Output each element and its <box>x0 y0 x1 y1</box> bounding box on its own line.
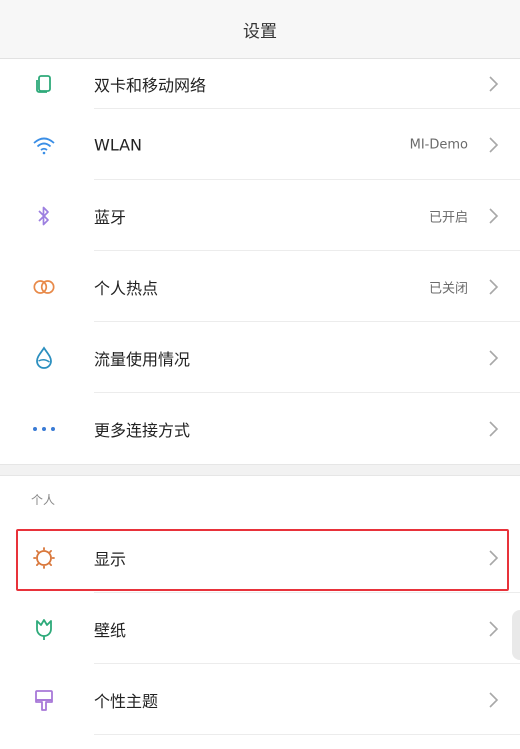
sidebar-item-data-usage[interactable]: 流量使用情况 <box>0 322 520 393</box>
wallpaper-label: 壁纸 <box>94 620 127 640</box>
chevron-right-icon <box>489 349 499 366</box>
sidebar-item-bluetooth[interactable]: 蓝牙 已开启 <box>0 180 520 251</box>
bluetooth-label: 蓝牙 <box>94 207 127 227</box>
chevron-right-icon <box>489 549 499 566</box>
theme-brush-icon <box>32 688 56 712</box>
bluetooth-icon <box>32 204 56 228</box>
sidebar-item-wlan[interactable]: WLAN MI-Demo <box>0 109 520 180</box>
wlan-network-value: MI-Demo <box>409 137 468 152</box>
sidebar-item-theme[interactable]: 个性主题 <box>0 664 520 735</box>
sidebar-item-display[interactable]: 显示 <box>0 522 520 593</box>
sidebar-item-hotspot[interactable]: 个人热点 已关闭 <box>0 251 520 322</box>
sidebar-item-wallpaper[interactable]: 壁纸 <box>0 593 520 664</box>
hotspot-status-value: 已关闭 <box>428 281 468 296</box>
page-title: 设置 <box>243 21 277 42</box>
wifi-icon <box>32 133 56 157</box>
chevron-right-icon <box>489 76 499 92</box>
wallpaper-tulip-icon <box>32 617 56 641</box>
dual-sim-label: 双卡和移动网络 <box>94 76 207 95</box>
more-dots-icon <box>32 417 56 441</box>
brightness-icon <box>32 546 56 570</box>
hotspot-label: 个人热点 <box>94 278 159 298</box>
wlan-label: WLAN <box>94 135 143 154</box>
theme-label: 个性主题 <box>94 691 159 711</box>
chevron-right-icon <box>489 620 499 637</box>
chevron-right-icon <box>489 420 499 437</box>
chevron-right-icon <box>489 278 499 295</box>
chevron-right-icon <box>489 207 499 224</box>
data-usage-label: 流量使用情况 <box>94 349 191 369</box>
hotspot-icon <box>32 275 56 299</box>
chevron-right-icon <box>489 136 499 153</box>
section-divider <box>0 464 520 476</box>
data-usage-icon <box>32 345 56 370</box>
chevron-right-icon <box>489 691 499 708</box>
scroll-edge-indicator <box>512 610 520 660</box>
section-header-personal: 个人 <box>31 492 56 507</box>
sidebar-item-dual-sim[interactable]: 双卡和移动网络 <box>0 59 520 109</box>
bluetooth-status-value: 已开启 <box>428 210 468 225</box>
sim-cards-icon <box>32 72 56 96</box>
more-connections-label: 更多连接方式 <box>94 420 191 440</box>
display-label: 显示 <box>94 549 127 569</box>
title-bar: 设置 <box>0 0 520 59</box>
sidebar-item-more-connections[interactable]: 更多连接方式 <box>0 393 520 464</box>
